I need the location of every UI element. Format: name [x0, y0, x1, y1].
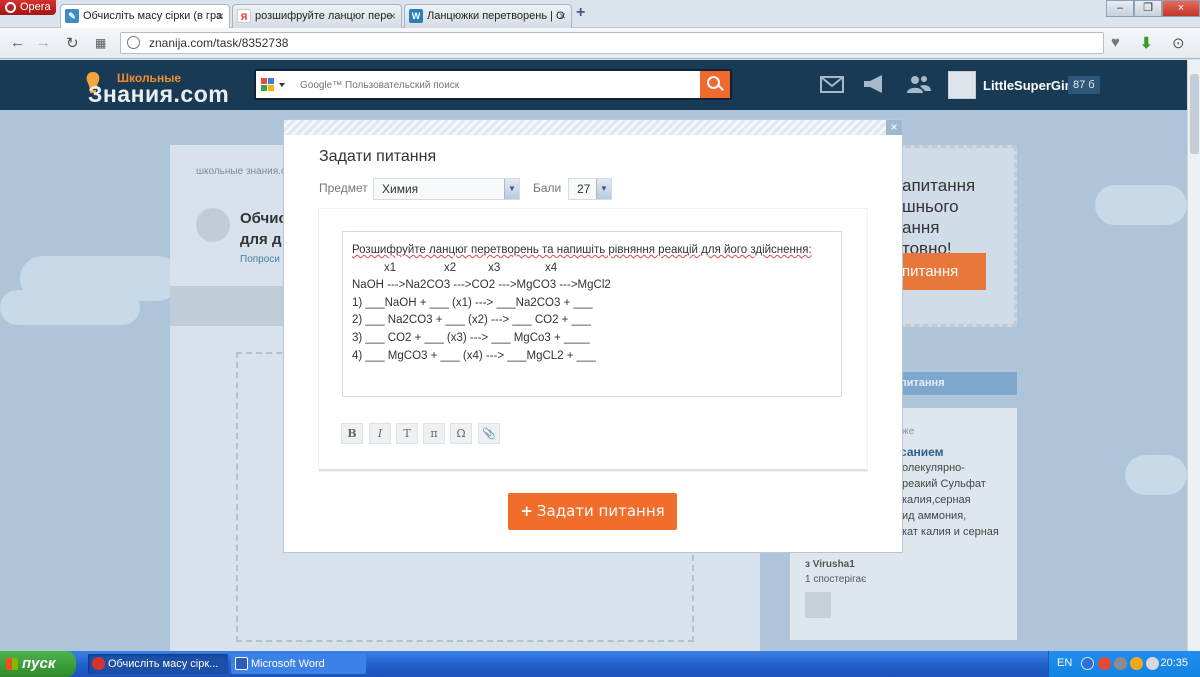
wordpress-favicon-icon: W [409, 9, 423, 23]
speed-dial-grid-icon[interactable]: ▦ [95, 36, 106, 50]
opera-logo-icon [5, 2, 16, 13]
tray-arrow-icon[interactable] [1081, 657, 1094, 670]
attachment-clip-icon[interactable]: 📎 [478, 423, 500, 444]
search-box [254, 69, 732, 100]
ask-question-modal: × Задати питання Предмет Химия ▼ Бали 27… [284, 120, 902, 552]
logo-text[interactable]: Знания.com [88, 81, 229, 108]
megaphone-icon[interactable] [862, 74, 888, 94]
math-pi-button[interactable]: π [423, 423, 445, 444]
clock: 20:35 [1160, 657, 1188, 669]
browser-tab-bar: Opera ✎ Обчисліть масу сірки (в гра × Я … [0, 0, 1200, 29]
downloads-circle-icon[interactable]: ⊙ [1172, 34, 1185, 52]
google-dropdown-icon[interactable] [260, 77, 288, 93]
tab-label: розшифруйте ланцюг пере [255, 10, 393, 22]
znanija-favicon-icon: ✎ [65, 9, 79, 23]
omega-symbol-button[interactable]: Ω [450, 423, 472, 444]
restore-button[interactable]: ❐ [1134, 0, 1162, 17]
system-tray: EN 20:35 [1048, 651, 1200, 677]
language-indicator[interactable]: EN [1057, 657, 1072, 669]
promo-text: апитання шнього ання товно! [902, 176, 976, 258]
tab-yandex[interactable]: Я розшифруйте ланцюг пере × [232, 4, 402, 28]
download-arrow-icon[interactable]: ⬇ [1140, 34, 1153, 52]
cloud-decoration [0, 290, 140, 325]
start-button[interactable]: пуск [0, 651, 76, 677]
tab-close-icon[interactable]: × [217, 5, 224, 27]
forward-arrow-icon[interactable]: → [36, 34, 51, 51]
yandex-favicon-icon: Я [237, 9, 251, 23]
breadcrumb[interactable]: школьные знания.co [196, 166, 291, 177]
question-line: 1) ___NaOH + ___ (x1) ---> ___Na2CO3 + _… [352, 296, 593, 309]
tray-app-icon[interactable] [1146, 657, 1159, 670]
heart-icon[interactable]: ♥ [1111, 34, 1120, 51]
search-input[interactable] [294, 74, 700, 96]
opera-menu-button[interactable]: Opera [0, 0, 56, 15]
editor-panel: Розшифруйте ланцюг перетворень та напиші… [319, 209, 867, 471]
windows-taskbar: пуск Обчисліть масу сірк... Microsoft Wo… [0, 651, 1200, 677]
submit-question-button[interactable]: + Задати питання [508, 493, 677, 530]
tab-label: Ланцюжки перетворень | О [427, 10, 565, 22]
reload-icon[interactable]: ↻ [66, 34, 79, 52]
username[interactable]: LittleSuperGirl [983, 78, 1073, 93]
tab-close-icon[interactable]: × [559, 5, 566, 27]
friends-icon[interactable] [906, 74, 932, 94]
address-input[interactable]: znanija.com/task/8352738 [120, 32, 1104, 54]
globe-icon [127, 36, 140, 49]
address-toolbar: ← → ↻ ▦ znanija.com/task/8352738 ♥ ⬇ ⊙ [0, 28, 1200, 59]
text-button[interactable]: T [396, 423, 418, 444]
new-tab-plus-icon[interactable]: + [576, 4, 585, 22]
site-header: Школьные Знания.com LittleSuperGirl 87 б [0, 60, 1187, 110]
tray-app-icon[interactable] [1098, 657, 1111, 670]
question-title: Обчис для д [240, 210, 287, 248]
similar-question-meta: з Virusha1 1 спостерігає [805, 559, 867, 585]
chevron-down-icon: ▼ [596, 179, 611, 199]
close-icon[interactable]: × [886, 120, 902, 135]
question-line: NaOH --->Na2CO3 --->CO2 --->MgCO3 --->Mg… [352, 279, 611, 292]
tray-app-icon[interactable] [1114, 657, 1127, 670]
question-textarea[interactable]: Розшифруйте ланцюг перетворень та напиші… [342, 231, 842, 397]
windows-logo-icon [6, 658, 18, 670]
question-line: 2) ___ Na2CO3 + ___ (x2) ---> ___ CO2 + … [352, 314, 591, 327]
question-line: 3) ___ CO2 + ___ (x3) ---> ___ MgCo3 + _… [352, 331, 590, 344]
tab-label: Обчисліть масу сірки (в гра [83, 10, 223, 22]
taskbar-item-opera[interactable]: Обчисліть масу сірк... [88, 654, 228, 674]
question-line: 4) ___ MgCO3 + ___ (x4) ---> ___MgCL2 + … [352, 349, 596, 362]
points-select[interactable]: 27 ▼ [568, 178, 612, 200]
scrollbar-thumb[interactable] [1190, 74, 1199, 154]
tab-wordpress[interactable]: W Ланцюжки перетворень | О × [404, 4, 572, 28]
modal-header-stripe [284, 120, 902, 135]
envelope-icon[interactable] [820, 74, 846, 94]
similar-question-link[interactable]: санием [900, 445, 944, 459]
bold-button[interactable]: B [341, 423, 363, 444]
back-arrow-icon[interactable]: ← [10, 34, 25, 51]
subject-label: Предмет [319, 181, 368, 195]
watcher-avatar [805, 592, 831, 618]
modal-title: Задати питання [319, 148, 437, 165]
asker-avatar [196, 208, 230, 242]
cloud-decoration [1095, 185, 1187, 225]
opera-icon [92, 657, 105, 670]
subject-select[interactable]: Химия ▼ [373, 178, 520, 200]
tab-active[interactable]: ✎ Обчисліть масу сірки (в гра × [60, 4, 230, 29]
points-label: Бали [533, 181, 562, 195]
tray-app-icon[interactable] [1130, 657, 1143, 670]
points-badge: 87 б [1068, 76, 1100, 94]
close-window-button[interactable]: × [1162, 0, 1200, 17]
user-avatar[interactable] [948, 71, 976, 99]
taskbar-item-word[interactable]: Microsoft Word [231, 654, 366, 674]
search-button[interactable] [700, 71, 730, 98]
cloud-decoration [1125, 455, 1187, 495]
tab-close-icon[interactable]: × [389, 5, 396, 27]
question-line: x1 x2 x3 x4 [352, 261, 558, 274]
chevron-down-icon: ▼ [504, 179, 519, 199]
word-icon [235, 657, 248, 670]
question-line: Розшифруйте ланцюг перетворень та напиші… [352, 244, 812, 256]
italic-button[interactable]: I [369, 423, 391, 444]
minimize-button[interactable]: – [1106, 0, 1134, 17]
page-scrollbar[interactable] [1187, 60, 1200, 651]
ask-help-link[interactable]: Попроси п [240, 254, 288, 265]
